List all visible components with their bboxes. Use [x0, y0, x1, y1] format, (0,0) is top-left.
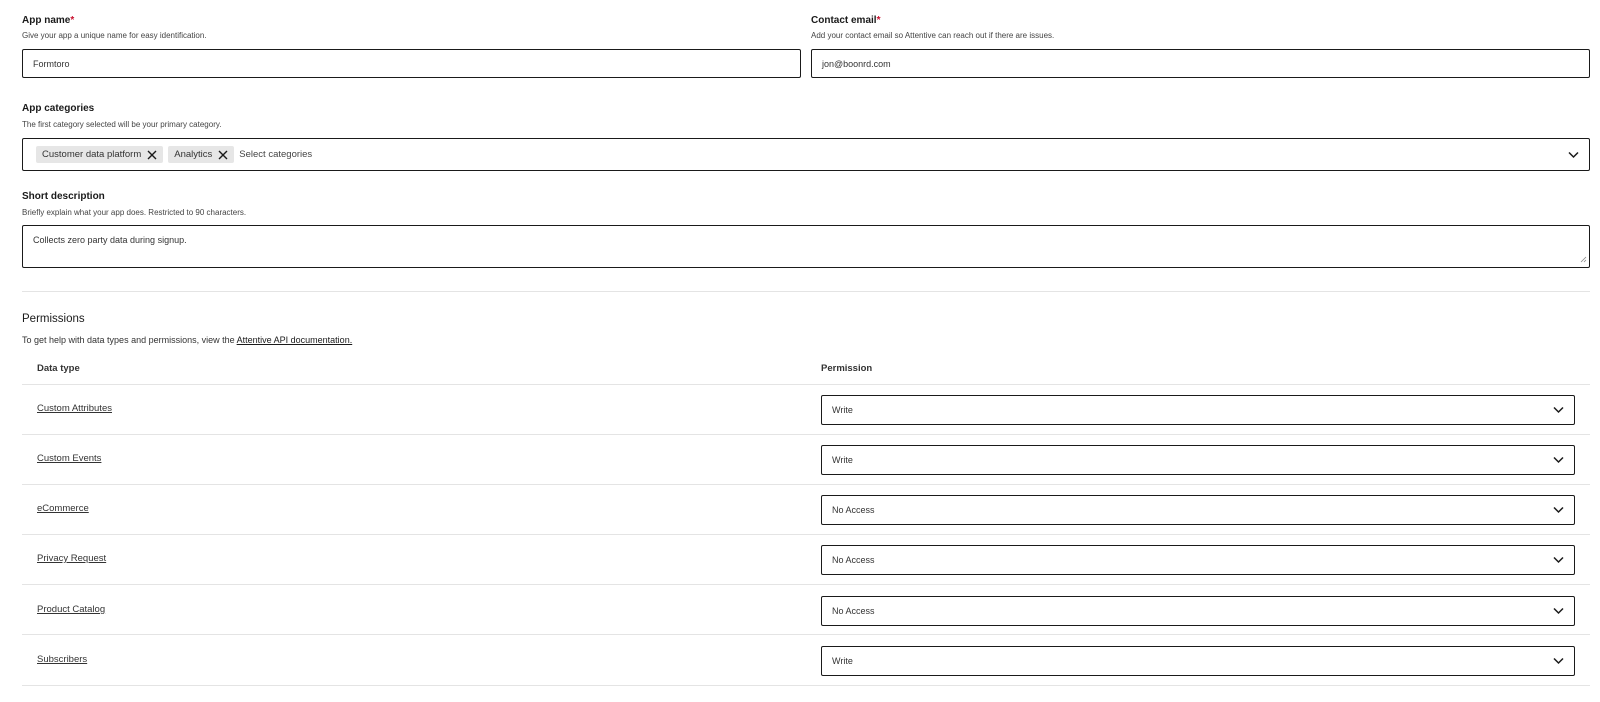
- contact-email-value: jon@boonrd.com: [822, 58, 891, 69]
- app-name-help: Give your app a unique name for easy ide…: [22, 31, 207, 40]
- permission-value: No Access: [832, 505, 875, 515]
- permission-select-custom-attributes[interactable]: Write: [821, 395, 1575, 425]
- required-mark: *: [70, 15, 75, 26]
- close-icon[interactable]: [218, 150, 228, 160]
- contact-email-help: Add your contact email so Attentive can …: [811, 31, 1055, 40]
- app-name-value: Formtoro: [33, 58, 70, 69]
- api-documentation-link[interactable]: Attentive API documentation.: [237, 335, 353, 345]
- contact-email-label-text: Contact email: [811, 15, 877, 26]
- table-divider: [22, 484, 1590, 485]
- permission-select-ecommerce[interactable]: No Access: [821, 495, 1575, 525]
- app-categories-select[interactable]: Customer data platform Analytics Select …: [22, 138, 1590, 171]
- table-divider: [22, 384, 1590, 385]
- chevron-down-icon: [1553, 556, 1564, 564]
- category-chip-customer-data-platform: Customer data platform: [36, 146, 164, 163]
- permissions-title: Permissions: [22, 313, 85, 325]
- chevron-down-icon: [1553, 607, 1564, 615]
- chevron-down-icon: [1553, 657, 1564, 665]
- section-divider: [22, 291, 1590, 292]
- data-type-ecommerce[interactable]: eCommerce: [37, 503, 89, 514]
- required-mark: *: [876, 15, 881, 26]
- permission-value: No Access: [832, 555, 875, 565]
- app-name-input[interactable]: Formtoro: [22, 49, 801, 78]
- app-name-label: App name*: [22, 15, 74, 26]
- table-divider: [22, 685, 1590, 686]
- table-divider: [22, 434, 1590, 435]
- contact-email-label: Contact email*: [811, 15, 880, 26]
- chevron-down-icon: [1553, 406, 1564, 414]
- data-type-product-catalog[interactable]: Product Catalog: [37, 604, 105, 615]
- permission-select-privacy-request[interactable]: No Access: [821, 545, 1575, 575]
- table-divider: [22, 634, 1590, 635]
- chevron-down-icon: [1553, 506, 1564, 514]
- resize-handle-icon[interactable]: [1580, 255, 1587, 265]
- column-header-data-type: Data type: [37, 363, 80, 374]
- short-description-label: Short description: [22, 191, 105, 202]
- permission-select-custom-events[interactable]: Write: [821, 445, 1575, 475]
- permission-select-product-catalog[interactable]: No Access: [821, 596, 1575, 626]
- chip-label: Customer data platform: [42, 149, 142, 160]
- short-description-value: Collects zero party data during signup.: [33, 235, 187, 245]
- app-name-label-text: App name: [22, 15, 71, 26]
- column-header-permission: Permission: [821, 363, 873, 374]
- data-type-privacy-request[interactable]: Privacy Request: [37, 553, 106, 564]
- chip-label: Analytics: [174, 149, 213, 160]
- table-divider: [22, 534, 1590, 535]
- category-chip-analytics: Analytics: [168, 146, 235, 163]
- permission-value: Write: [832, 405, 853, 415]
- data-type-subscribers[interactable]: Subscribers: [37, 654, 87, 665]
- chevron-down-icon[interactable]: [1568, 151, 1579, 158]
- app-categories-help: The first category selected will be your…: [22, 120, 222, 129]
- close-icon[interactable]: [147, 150, 157, 160]
- permissions-intro-text: To get help with data types and permissi…: [22, 335, 237, 345]
- table-divider: [22, 584, 1590, 585]
- categories-placeholder: Select categories: [239, 149, 313, 160]
- permissions-intro: To get help with data types and permissi…: [22, 335, 352, 345]
- contact-email-input[interactable]: jon@boonrd.com: [811, 49, 1590, 78]
- app-categories-label: App categories: [22, 103, 95, 114]
- data-type-custom-attributes[interactable]: Custom Attributes: [37, 403, 112, 414]
- permission-value: No Access: [832, 606, 875, 616]
- permission-select-subscribers[interactable]: Write: [821, 646, 1575, 676]
- data-type-custom-events[interactable]: Custom Events: [37, 453, 101, 464]
- permission-value: Write: [832, 455, 853, 465]
- chevron-down-icon: [1553, 456, 1564, 464]
- permission-value: Write: [832, 656, 853, 666]
- short-description-textarea[interactable]: Collects zero party data during signup.: [22, 225, 1590, 268]
- short-description-help: Briefly explain what your app does. Rest…: [22, 208, 247, 217]
